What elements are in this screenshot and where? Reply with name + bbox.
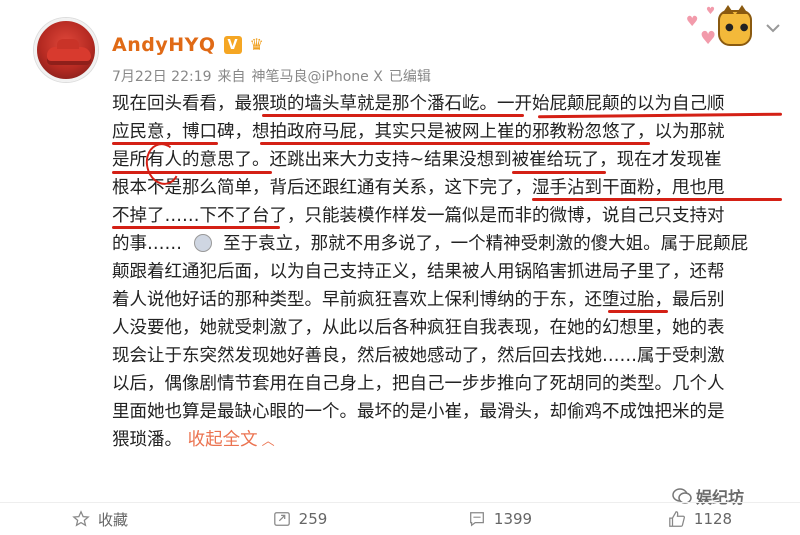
post-line: 的事…… 至于袁立，那就不用多说了，一个精神受刺激的傻大姐。属于屁颠屁 (112, 230, 782, 258)
action-bar: 收藏 259 1399 1128 (0, 503, 800, 535)
post-body: 现在回头看看，最猥琐的墙头草就是那个潘石屹。一开始屁颠屁颠的以为自己顺 应民意，… (112, 90, 783, 454)
post-line-last: 猥琐潘。 (112, 430, 182, 450)
caret-up-icon[interactable]: ︿ (262, 434, 275, 449)
star-icon (72, 510, 90, 527)
edited-label[interactable]: 已编辑 (389, 66, 431, 86)
red-underline (112, 171, 272, 174)
post-line: 猥琐潘。 收起全文 ︿ (112, 426, 782, 454)
red-underline (260, 142, 650, 145)
comment-icon (469, 512, 484, 527)
red-underline (608, 310, 668, 313)
post-line: 里面她也算是最缺心眼的一个。最坏的是小崔，最滑头，却偷鸡不成蚀把米的是 (112, 402, 725, 422)
emoji-icon (193, 234, 212, 252)
chevron-down-icon[interactable] (765, 20, 781, 36)
repost-button[interactable]: 259 (200, 503, 400, 535)
heart-icon: ♥ (706, 6, 715, 17)
comment-count: 1399 (493, 510, 533, 528)
favorite-label: 收藏 (97, 510, 128, 529)
favorite-button[interactable]: 收藏 (0, 503, 200, 535)
post-line: 以后，偶像剧情节套用在自己身上，把自己一步步推向了死胡同的类型。几个人 (112, 374, 725, 394)
like-icon (669, 511, 685, 527)
heart-icon: ♥ (700, 28, 717, 49)
username[interactable]: AndyHYQ (112, 34, 216, 56)
red-underline (532, 198, 782, 201)
cat-sticker-icon: ●● (718, 5, 752, 46)
comment-button[interactable]: 1399 (400, 503, 600, 535)
post-line-tail: 至于袁立，那就不用多说了，一个精神受刺激的傻大姐。属于屁颠屁 (223, 234, 749, 254)
avatar-car-image (47, 39, 91, 65)
post-line: 颠跟着红通犯后面，以为自己支持正义，结果被人用锅陷害抓进局子里了，还帮 (112, 262, 725, 282)
like-button[interactable]: 1128 (600, 503, 800, 535)
post-header: AndyHYQ V ♛ (112, 34, 270, 56)
heart-icon: ♥ (686, 14, 699, 30)
post-line-head: 的事…… (112, 234, 182, 254)
post-meta: 7月22日 22:19 来自 神笔马良@iPhone X 已编辑 (112, 66, 431, 86)
post-date[interactable]: 7月22日 22:19 (112, 66, 212, 86)
post-source[interactable]: 神笔马良@iPhone X (252, 66, 383, 86)
post-line: 人没要他，她就受刺激了，从此以后各种疯狂自我表现，在她的幻想里，她的表 (112, 318, 725, 338)
verified-badge-icon: V (223, 36, 242, 54)
avatar[interactable] (34, 18, 98, 82)
red-underline (262, 114, 524, 117)
post-line: 着人说他好话的那种类型。早前疯狂喜欢上保利博纳的于东，还堕过胎，最后别 (112, 290, 725, 310)
sticker-decoration: ♥ ♥ ♥ ●● (686, 5, 762, 52)
repost-icon (273, 512, 290, 526)
post-line: 是所有人的意思了。还跳出来大力支持~结果没想到被崔给玩了，现在才发现崔 (112, 150, 722, 170)
repost-count: 259 (298, 510, 328, 528)
source-prefix: 来自 (217, 69, 246, 85)
collapse-link[interactable]: 收起全文 (188, 430, 258, 450)
red-underline (112, 226, 280, 229)
crown-icon: ♛ (249, 35, 264, 54)
like-count: 1128 (693, 510, 733, 528)
post-line: 现会让于东突然发现她好善良，然后被她感动了，然后回去找她……属于受刺激 (112, 346, 725, 366)
red-underline (512, 171, 606, 174)
